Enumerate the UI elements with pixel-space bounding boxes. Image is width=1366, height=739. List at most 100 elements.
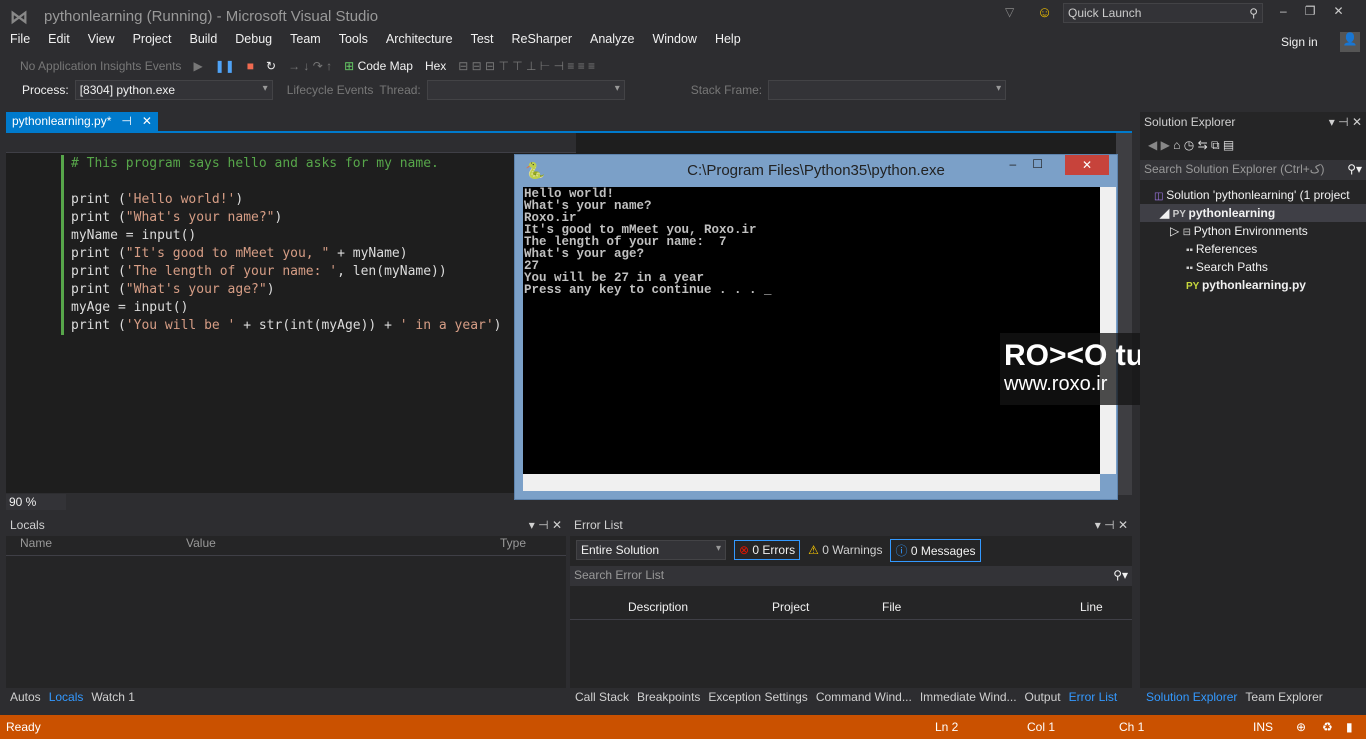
tab-exception-settings[interactable]: Exception Settings (708, 690, 807, 704)
column-file[interactable]: File (882, 600, 901, 614)
code-text[interactable]: # This program says hello and asks for m… (71, 155, 502, 335)
scope-select[interactable]: Entire Solution (576, 540, 726, 560)
tab-solution-explorer[interactable]: Solution Explorer (1146, 690, 1237, 704)
avatar[interactable]: 👤 (1340, 32, 1360, 52)
close-tab-icon[interactable]: ✕ (142, 114, 152, 129)
tree-item[interactable]: ▷ ⊟ Python Environments (1140, 222, 1366, 240)
solution-explorer-toolbar[interactable]: ◀ ▶ ⌂ ◷ ⇆ ⧉ ▤ (1140, 134, 1366, 160)
menu-item-architecture[interactable]: Architecture (376, 32, 461, 50)
tree-item[interactable]: ▪▪ References (1140, 240, 1366, 258)
lifecycle-events-dropdown[interactable]: Lifecycle Events (287, 83, 374, 97)
search-error-list-input[interactable]: Search Error List ⚲▾ (570, 566, 1132, 586)
column-value[interactable]: Value (186, 536, 216, 550)
menu-item-test[interactable]: Test (461, 32, 502, 50)
tab-immediate-wind-[interactable]: Immediate Wind... (920, 690, 1017, 704)
solution-explorer-panel: Solution Explorer ▾ ⊣ ✕ ◀ ▶ ⌂ ◷ ⇆ ⧉ ▤ Sea… (1140, 112, 1366, 688)
tab-breakpoints[interactable]: Breakpoints (637, 690, 700, 704)
code-line: myName = input() (71, 227, 502, 245)
close-icon[interactable]: ✕ (1065, 155, 1109, 175)
messages-filter[interactable]: ⓘ 0 Messages (890, 538, 981, 562)
continue-icon[interactable]: ▶ (193, 59, 202, 73)
column-description[interactable]: Description (628, 600, 688, 614)
history-icon[interactable]: ◷ (1184, 138, 1194, 152)
tab-team-explorer[interactable]: Team Explorer (1245, 690, 1322, 704)
stack-frame-select[interactable] (768, 80, 1007, 100)
notifications-icon[interactable]: ▮ (1346, 715, 1353, 739)
maximize-icon[interactable]: ☐ (1032, 157, 1059, 171)
tree-item[interactable]: PY pythonlearning.py (1140, 276, 1366, 294)
zoom-level-select[interactable]: 90 % (6, 494, 66, 510)
tab-watch-1[interactable]: Watch 1 (91, 690, 135, 704)
column-name[interactable]: Name (20, 536, 52, 550)
menu-item-build[interactable]: Build (179, 32, 225, 50)
menu-item-help[interactable]: Help (705, 32, 749, 50)
navigation-bar[interactable] (6, 133, 576, 153)
pause-icon[interactable]: ❚❚ (215, 59, 235, 73)
code-token: ) (274, 210, 283, 225)
hex-button[interactable]: Hex (425, 59, 446, 73)
properties-icon[interactable]: ▤ (1223, 138, 1234, 152)
menu-item-resharper[interactable]: ReSharper (502, 32, 580, 50)
tree-item[interactable]: ◫ Solution 'pythonlearning' (1 project (1140, 186, 1366, 204)
menu-item-analyze[interactable]: Analyze (580, 32, 642, 50)
collapsed-icon[interactable]: ▷ (1170, 224, 1183, 238)
thread-select[interactable] (426, 80, 625, 100)
tab-call-stack[interactable]: Call Stack (575, 690, 629, 704)
sync-icon[interactable]: ⇆ (1198, 138, 1208, 152)
code-map-button[interactable]: ⊞ Code Map (344, 59, 413, 73)
forward-icon[interactable]: ▶ (1161, 138, 1170, 152)
column-line[interactable]: Line (1080, 600, 1103, 614)
collapse-icon[interactable]: ⧉ (1211, 138, 1220, 152)
tab-pythonlearning-py[interactable]: pythonlearning.py* ⊣ ✕ (6, 112, 158, 131)
menu-item-project[interactable]: Project (123, 32, 180, 50)
column-project[interactable]: Project (772, 600, 809, 614)
process-select[interactable]: [8304] python.exe (74, 80, 273, 100)
menu-item-file[interactable]: File (0, 32, 38, 50)
publish-icon[interactable]: ⊕ (1296, 715, 1306, 739)
panel-controls[interactable]: ▾ ⊣ ✕ (1329, 115, 1362, 134)
menu-item-tools[interactable]: Tools (329, 32, 376, 50)
restart-icon[interactable]: ↻ (266, 59, 276, 73)
panel-controls[interactable]: ▾ ⊣ ✕ (1095, 518, 1128, 536)
console-window[interactable]: 🐍 C:\Program Files\Python35\python.exe –… (514, 154, 1118, 500)
sign-in-link[interactable]: Sign in (1281, 35, 1318, 49)
source-control-icon[interactable]: ♻ (1322, 715, 1333, 739)
stop-icon[interactable]: ■ (247, 59, 254, 73)
tab-locals[interactable]: Locals (49, 690, 84, 704)
window-controls[interactable]: –❐✕ (1280, 4, 1362, 18)
back-icon[interactable]: ◀ (1148, 138, 1157, 152)
console-horizontal-scrollbar[interactable] (523, 474, 1100, 491)
panel-controls[interactable]: ▾ ⊣ ✕ (529, 518, 562, 536)
menu-item-edit[interactable]: Edit (38, 32, 78, 50)
menu-item-view[interactable]: View (78, 32, 123, 50)
warnings-filter[interactable]: ⚠ 0 Warnings (808, 543, 882, 557)
step-icons[interactable]: → ↓ ↷ ↑ (288, 59, 332, 73)
editor-vertical-scrollbar[interactable] (1116, 133, 1132, 495)
feedback-smiley-icon[interactable]: ☺ (1037, 4, 1052, 21)
pin-icon[interactable]: ⊣ (121, 114, 131, 129)
console-vertical-scrollbar[interactable] (1100, 187, 1116, 474)
tree-item[interactable]: ◢ PY pythonlearning (1140, 204, 1366, 222)
tab-autos[interactable]: Autos (10, 690, 41, 704)
filter-icon[interactable]: ▽ (1005, 5, 1014, 19)
tab-error-list[interactable]: Error List (1069, 690, 1118, 704)
tree-item[interactable]: ▪▪ Search Paths (1140, 258, 1366, 276)
maximize-icon[interactable]: ❐ (1305, 4, 1334, 18)
tab-command-wind-[interactable]: Command Wind... (816, 690, 912, 704)
minimize-icon[interactable]: – (1010, 157, 1033, 171)
close-icon[interactable]: ✕ (1333, 4, 1361, 18)
quick-launch-input[interactable]: Quick Launch ⚲ (1063, 3, 1263, 23)
menu-item-debug[interactable]: Debug (225, 32, 280, 50)
minimize-icon[interactable]: – (1280, 4, 1305, 18)
home-icon[interactable]: ⌂ (1173, 138, 1180, 152)
errors-filter[interactable]: ⊗ 0 Errors (734, 540, 801, 560)
search-solution-explorer-input[interactable]: Search Solution Explorer (Ctrl+ک) ⚲▾ (1140, 160, 1366, 180)
console-output[interactable]: Hello world! What's your name? Roxo.ir I… (523, 187, 1100, 474)
expanded-icon[interactable]: ◢ (1160, 206, 1173, 220)
tab-output[interactable]: Output (1025, 690, 1061, 704)
insights-dropdown[interactable]: No Application Insights Events (20, 59, 181, 73)
console-window-controls[interactable]: –☐ (1010, 157, 1059, 171)
menu-item-window[interactable]: Window (642, 32, 704, 50)
column-type[interactable]: Type (500, 536, 526, 550)
menu-item-team[interactable]: Team (280, 32, 329, 50)
